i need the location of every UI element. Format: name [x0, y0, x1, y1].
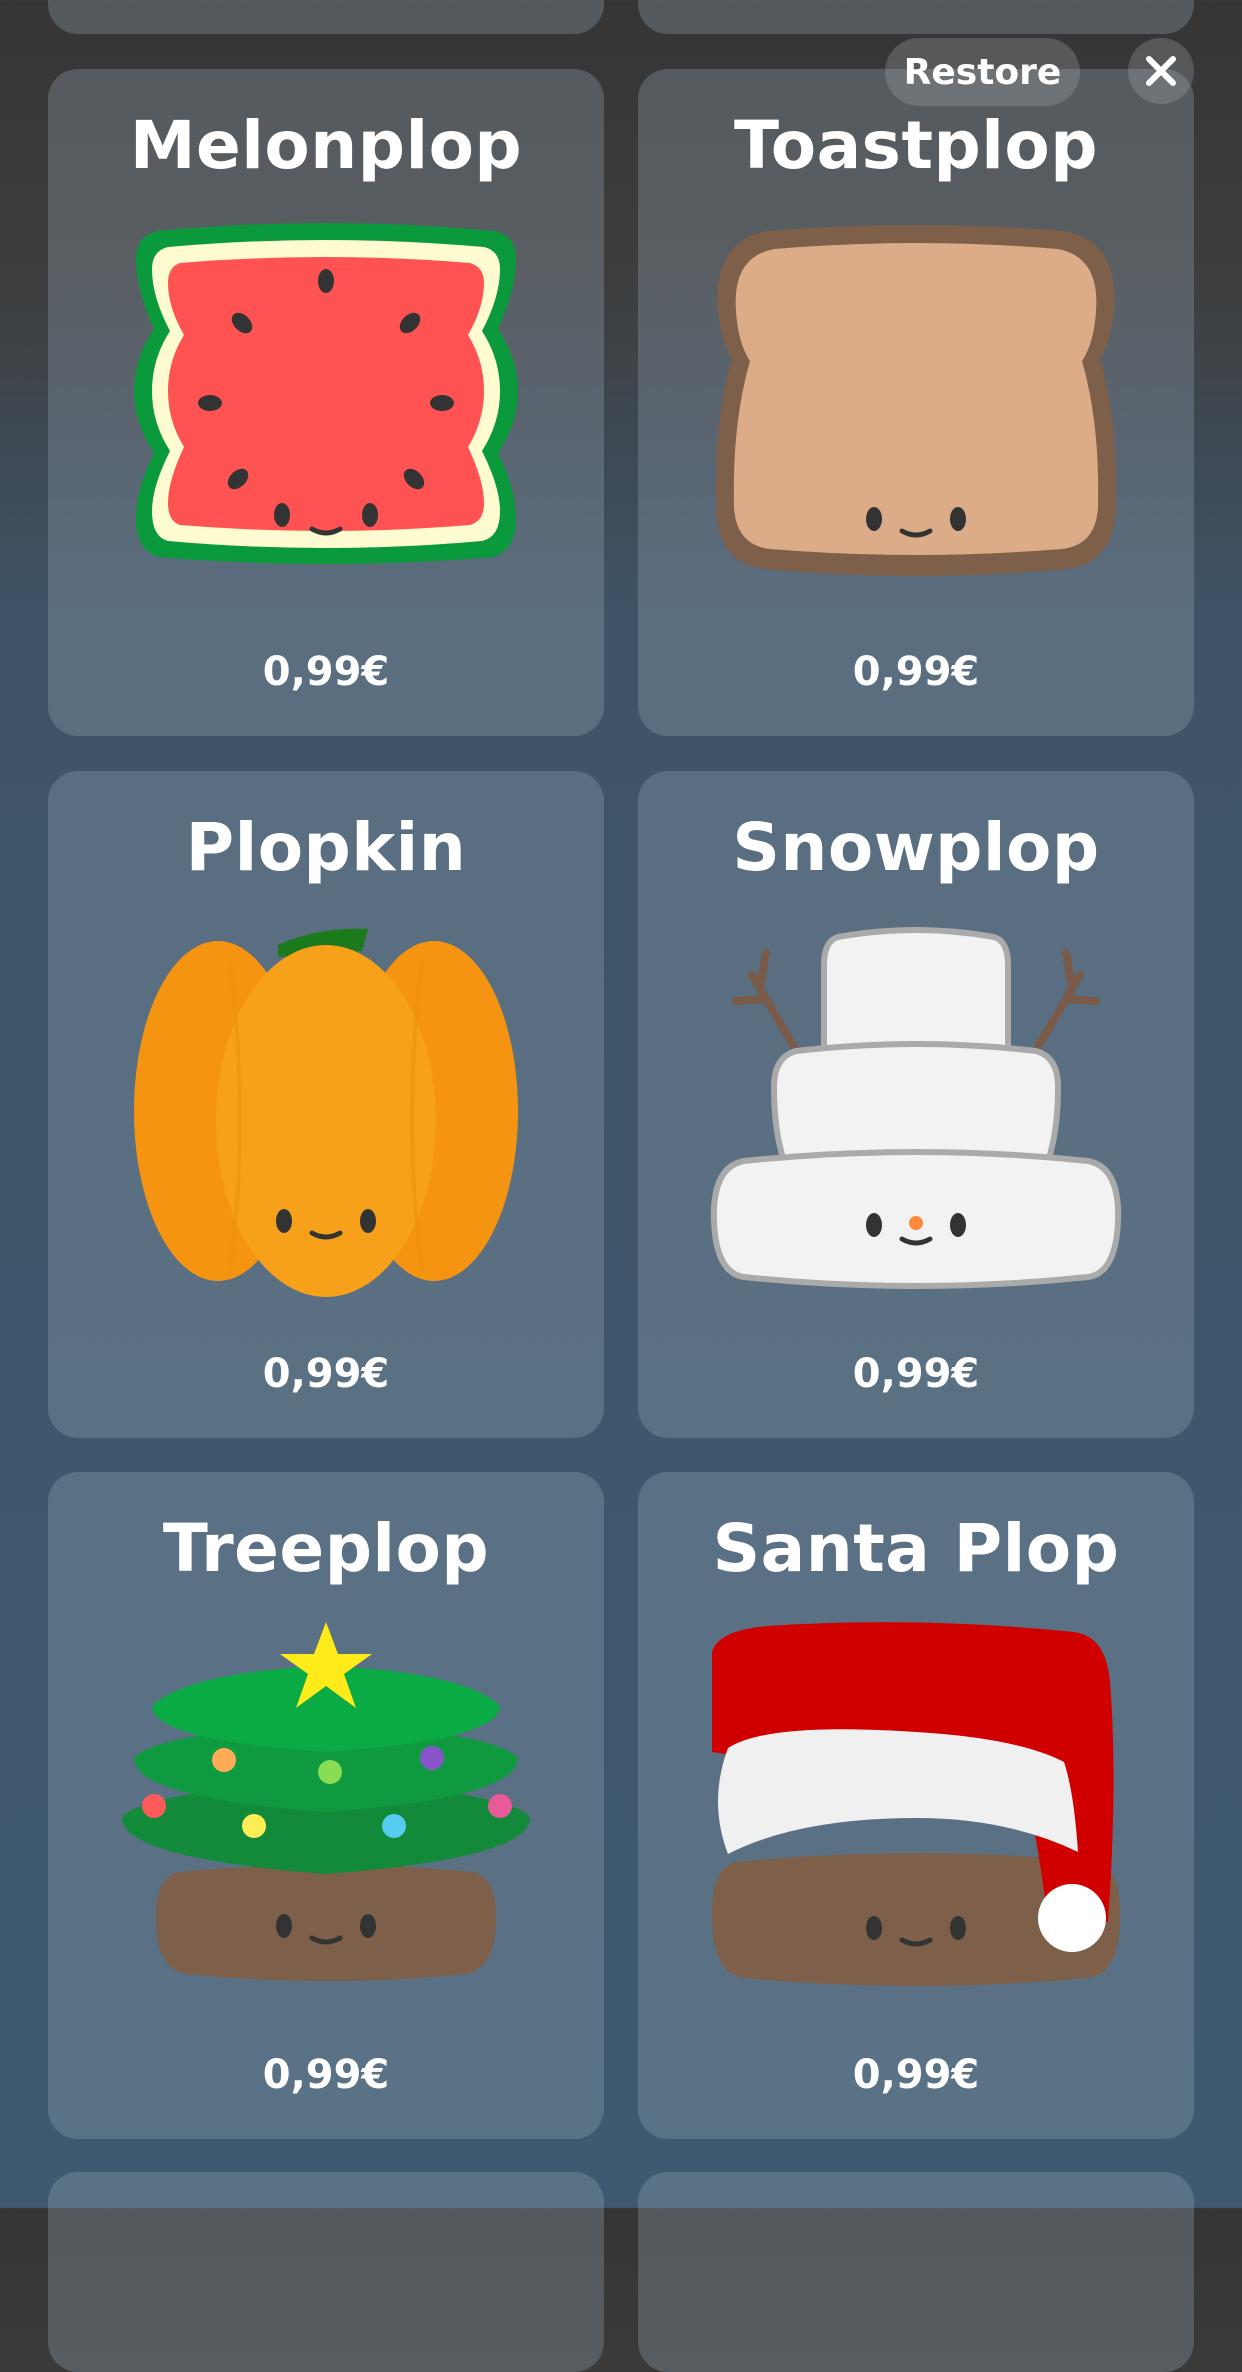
watermelon-character-icon	[134, 223, 518, 564]
close-button[interactable]	[1128, 38, 1194, 104]
item-name: Melonplop	[129, 107, 523, 184]
snowman-character-icon	[710, 927, 1122, 1289]
item-name: Treeplop	[162, 1510, 490, 1587]
toast-character-icon	[715, 225, 1117, 576]
item-name: Santa Plop	[712, 1510, 1120, 1587]
item-name: Toastplop	[734, 107, 1098, 184]
partial-card-top-right[interactable]	[638, 0, 1194, 34]
shop-item-plopkin[interactable]: Plopkin 0,99€	[48, 771, 604, 1438]
item-price: 0,99€	[262, 1351, 390, 1397]
item-price: 0,99€	[262, 2052, 390, 2098]
item-price: 0,99€	[262, 649, 390, 695]
item-price: 0,99€	[852, 649, 980, 695]
partial-card-top-left[interactable]	[48, 0, 604, 34]
restore-button[interactable]: Restore	[885, 38, 1080, 106]
item-name: Snowplop	[732, 809, 1100, 886]
item-name: Plopkin	[185, 809, 467, 886]
close-icon	[1146, 56, 1176, 86]
santa-hat-character-icon	[711, 1622, 1121, 1986]
christmas-tree-character-icon	[122, 1622, 530, 1981]
shop-item-toastplop[interactable]: Toastplop 0,99€	[638, 69, 1194, 736]
shop-item-treeplop[interactable]: Treeplop 0,99€	[48, 1472, 604, 2139]
item-price: 0,99€	[852, 2052, 980, 2098]
shop-item-melonplop[interactable]: Melonplop 0,99€	[48, 69, 604, 736]
partial-card-bottom-right[interactable]	[638, 2172, 1194, 2372]
pumpkin-character-icon	[134, 928, 518, 1297]
shop-item-santa-plop[interactable]: Santa Plop 0,99€	[638, 1472, 1194, 2139]
item-price: 0,99€	[852, 1351, 980, 1397]
shop-item-snowplop[interactable]: Snowplop 0,99€	[638, 771, 1194, 1438]
partial-card-bottom-left[interactable]	[48, 2172, 604, 2372]
